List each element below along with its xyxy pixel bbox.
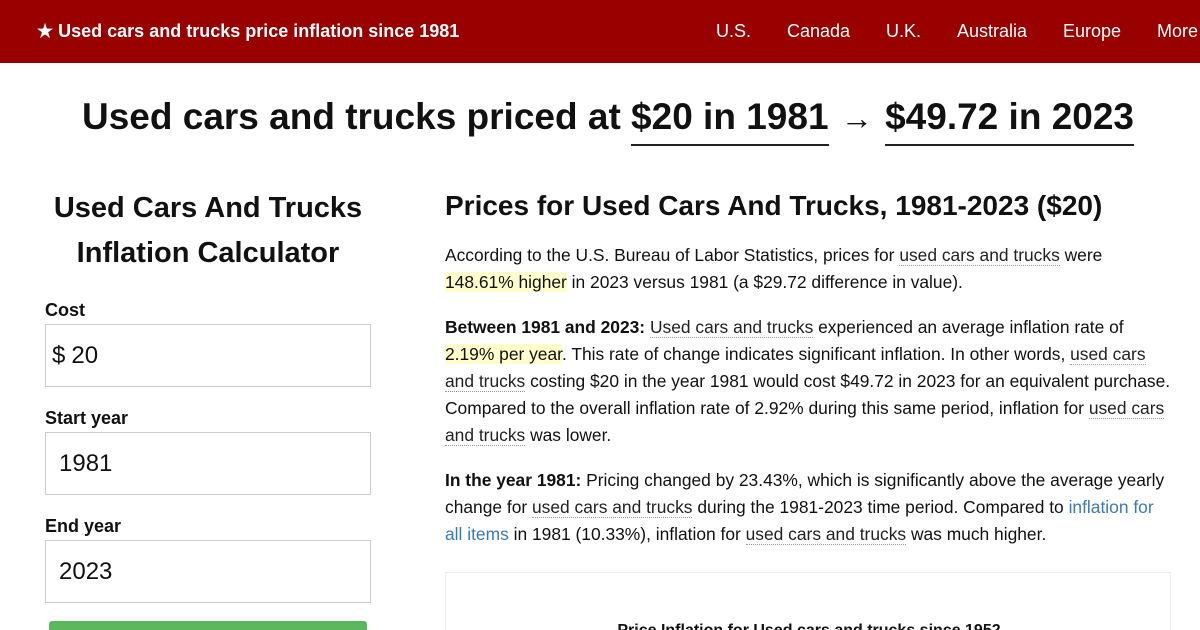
- site-brand-link[interactable]: ★ Used cars and trucks price inflation s…: [37, 21, 459, 42]
- text: was much higher.: [906, 524, 1047, 544]
- chart-title: Price Inflation for Used cars and trucks…: [446, 622, 1172, 630]
- currency-symbol: $: [52, 341, 66, 369]
- nav-us[interactable]: U.S.: [716, 21, 751, 42]
- article-title: Prices for Used Cars And Trucks, 1981-20…: [445, 190, 1103, 221]
- used-cars-link[interactable]: used cars and trucks: [745, 524, 907, 545]
- nav-canada[interactable]: Canada: [787, 21, 850, 42]
- text: According to the U.S. Bureau of Labor St…: [445, 245, 900, 265]
- cost-field[interactable]: $: [45, 324, 371, 387]
- annual-rate-highlight: 2.19% per year: [445, 344, 562, 364]
- text: was lower.: [525, 425, 612, 445]
- start-year-label: Start year: [45, 408, 129, 428]
- end-year-field[interactable]: [45, 540, 371, 603]
- summary-paragraph: According to the U.S. Bureau of Labor St…: [445, 242, 1175, 296]
- start-year-paragraph: In the year 1981: Pricing changed by 23.…: [445, 467, 1175, 548]
- used-cars-link[interactable]: used cars and trucks: [899, 245, 1060, 266]
- year-heading: In the year 1981:: [445, 470, 582, 490]
- text: were: [1059, 245, 1103, 265]
- top-navbar: ★ Used cars and trucks price inflation s…: [0, 0, 1200, 63]
- calculate-button[interactable]: [49, 621, 367, 630]
- text: in 1981 (10.33%), inflation for: [508, 524, 746, 544]
- start-year-field[interactable]: [45, 432, 371, 495]
- headline-start-value: $20 in 1981: [631, 96, 829, 146]
- calculator-title-line2: Inflation Calculator: [76, 237, 340, 269]
- headline-end-value: $49.72 in 2023: [885, 96, 1135, 146]
- average-rate-paragraph: Between 1981 and 2023: Used cars and tru…: [445, 314, 1175, 449]
- nav-europe[interactable]: Europe: [1063, 21, 1121, 42]
- headline-prefix: Used cars and trucks priced at: [81, 96, 621, 137]
- percent-change-highlight: 148.61% higher: [445, 272, 567, 292]
- used-cars-link[interactable]: used cars and trucks: [532, 497, 693, 518]
- nav-more[interactable]: More: [1157, 21, 1198, 42]
- text: during the 1981-2023 time period. Compar…: [692, 497, 1069, 517]
- text: in 2023 versus 1981 (a $29.72 difference…: [566, 272, 963, 292]
- arrow-icon: →: [840, 100, 873, 136]
- chart-container: Price Inflation for Used cars and trucks…: [445, 572, 1171, 630]
- end-year-input[interactable]: [46, 557, 306, 586]
- end-year-label: End year: [45, 516, 122, 536]
- text: experienced an average inflation rate of: [813, 317, 1124, 337]
- nav-uk[interactable]: U.K.: [886, 21, 921, 42]
- cost-input[interactable]: [65, 341, 326, 370]
- calculator-title: Used Cars And Trucks Inflation Calculato…: [45, 186, 371, 276]
- nav-australia[interactable]: Australia: [957, 21, 1027, 42]
- text: . This rate of change indicates signific…: [561, 344, 1071, 364]
- start-year-input[interactable]: [46, 449, 306, 478]
- period-heading: Between 1981 and 2023:: [445, 317, 646, 337]
- cost-label: Cost: [45, 300, 85, 320]
- page-headline: Used cars and trucks priced at $20 in 19…: [0, 96, 1200, 146]
- used-cars-link[interactable]: Used cars and trucks: [649, 317, 814, 338]
- text: costing $20 in the year 1981 would cost …: [445, 371, 1171, 418]
- calculator-title-line1: Used Cars And Trucks: [53, 192, 363, 224]
- article: Prices for Used Cars And Trucks, 1981-20…: [445, 186, 1175, 566]
